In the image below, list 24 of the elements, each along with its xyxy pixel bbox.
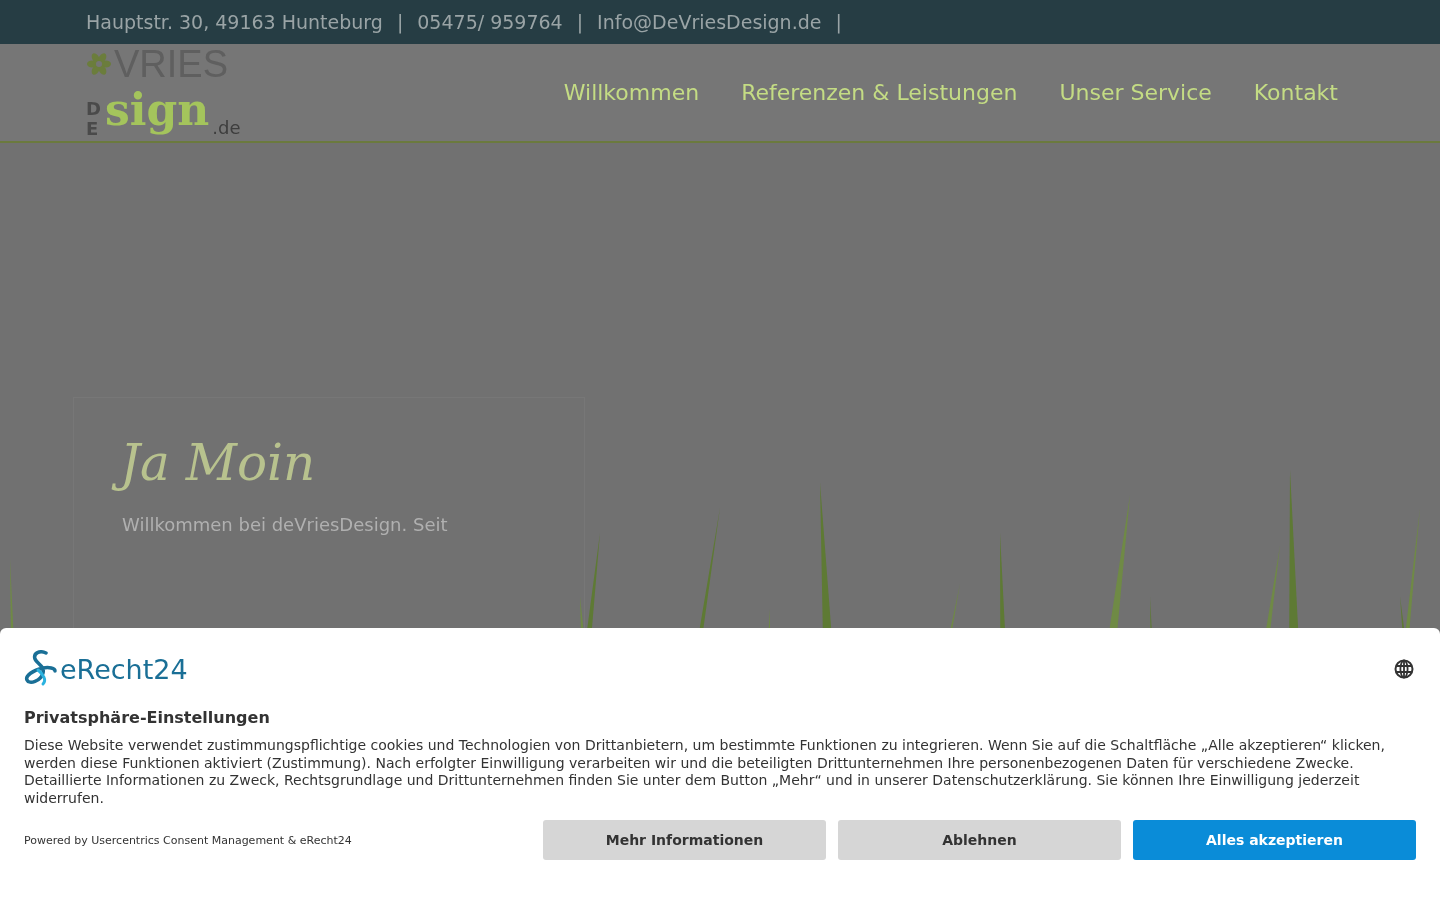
contact-info: Info@DeVriesDesign.de: [597, 11, 822, 33]
contact-info: Hauptstr. 30, 49163 Hunteburg: [86, 11, 383, 33]
language-globe-icon[interactable]: [1394, 659, 1414, 679]
intro-text: Willkommen bei deVriesDesign. Seit: [122, 514, 449, 535]
contact-info: 05475/ 959764: [417, 11, 563, 33]
nav-link[interactable]: Unser Service: [1059, 80, 1212, 105]
separator-mark: |: [396, 11, 404, 33]
intro-heading: Ja Moin: [112, 428, 326, 498]
nav-link[interactable]: Kontakt: [1253, 80, 1338, 105]
consent-text: Diese Website verwendet zustimmungspflichtige cookies und Technologien von Drittanbietern, um bestimmte Funktionen zu integrieren. Wenn Sie auf die Schaltfläche „Alle akzeptieren“ klicken, werden diese Funktionen aktiviert (Zustimmung). Nach erfolgter Einwilligung verarbeiten wir und die beteiligten Drittunternehmen Ihre personenbezogenen Daten für verschiedene Zwecke. Detaillierte Informationen zu Zweck, Rechtsgrundlage und Drittunternehmen finden Sie unter dem Button „Mehr“ und in unserer Datenschutzerklärung. Sie können Ihre Einwilligung jederzeit widerrufen.: [24, 737, 1386, 807]
flower-icon: [86, 50, 112, 77]
logo-text: sign: [105, 82, 210, 137]
powered-by-text: Powered by Usercentrics Consent Management & eRecht24: [24, 833, 352, 847]
accept-button[interactable]: Alles akzeptieren: [1133, 820, 1416, 860]
brand-name: eRecht24: [60, 653, 188, 685]
nav-link[interactable]: Referenzen & Leistungen: [741, 80, 1018, 105]
logo-text: .de: [212, 116, 241, 139]
consent-title: Privatsphäre-Einstellungen: [24, 708, 271, 727]
ampersand-logo-icon: [24, 650, 58, 688]
separator-mark: |: [576, 11, 584, 33]
consent-button[interactable]: Ablehnen: [838, 820, 1121, 860]
nav-link[interactable]: Willkommen: [563, 80, 700, 105]
consent-button[interactable]: Mehr Informationen: [543, 820, 826, 860]
separator-mark: |: [835, 11, 842, 33]
